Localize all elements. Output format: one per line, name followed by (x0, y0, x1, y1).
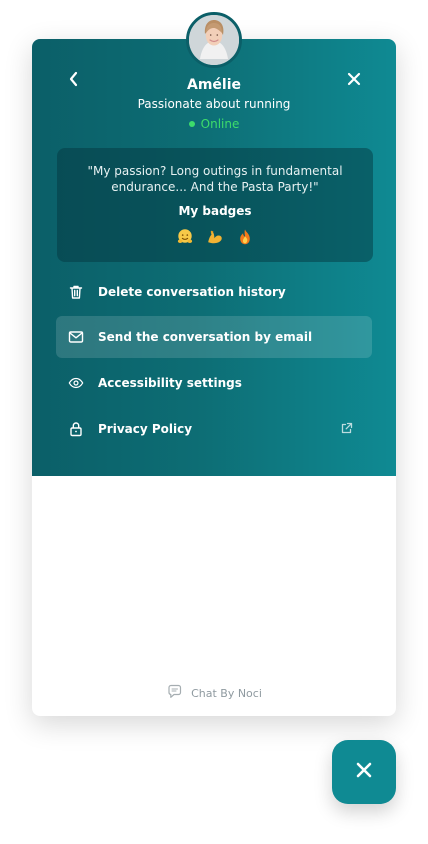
close-icon (354, 760, 374, 784)
online-label: Online (200, 117, 240, 131)
online-dot-icon (188, 121, 195, 127)
fire-icon (236, 228, 254, 246)
close-chat-fab[interactable] (332, 740, 396, 804)
flexed-biceps-icon (206, 228, 224, 246)
menu-item-accessibility[interactable]: Accessibility settings (56, 362, 372, 404)
profile-tagline: Passionate about running (137, 97, 291, 111)
menu-label-privacy-policy: Privacy Policy (98, 422, 193, 436)
powered-by-footer: Chat By Noci (32, 684, 396, 703)
footer-brand-text: Chat By Noci (191, 687, 262, 700)
eye-icon (68, 375, 84, 391)
profile-avatar (186, 12, 242, 68)
external-link-icon[interactable] (340, 421, 354, 435)
menu-item-send-email[interactable]: Send the conversation by email (56, 316, 372, 358)
menu-label-accessibility: Accessibility settings (98, 376, 242, 390)
chat-bubble-icon (166, 684, 184, 703)
badges-row (57, 228, 373, 246)
chat-widget-panel: Amélie Passionate about running Online "… (32, 39, 396, 716)
badges-title: My badges (178, 204, 252, 218)
mail-icon (68, 329, 84, 345)
menu-item-privacy-policy[interactable]: Privacy Policy (56, 408, 372, 450)
lock-icon (68, 421, 84, 437)
profile-quote-card: "My passion? Long outings in fundamental… (57, 148, 373, 262)
trash-icon (68, 284, 84, 300)
online-status: Online (32, 117, 396, 131)
profile-name: Amélie (186, 77, 241, 93)
menu-label-send-email: Send the conversation by email (98, 330, 313, 344)
profile-quote: "My passion? Long outings in fundamental… (87, 164, 343, 194)
hugging-face-icon (176, 228, 194, 246)
menu-item-delete-history[interactable]: Delete conversation history (56, 271, 372, 313)
profile-header: Amélie Passionate about running Online "… (32, 39, 396, 476)
menu-label-delete-history: Delete conversation history (98, 285, 286, 299)
